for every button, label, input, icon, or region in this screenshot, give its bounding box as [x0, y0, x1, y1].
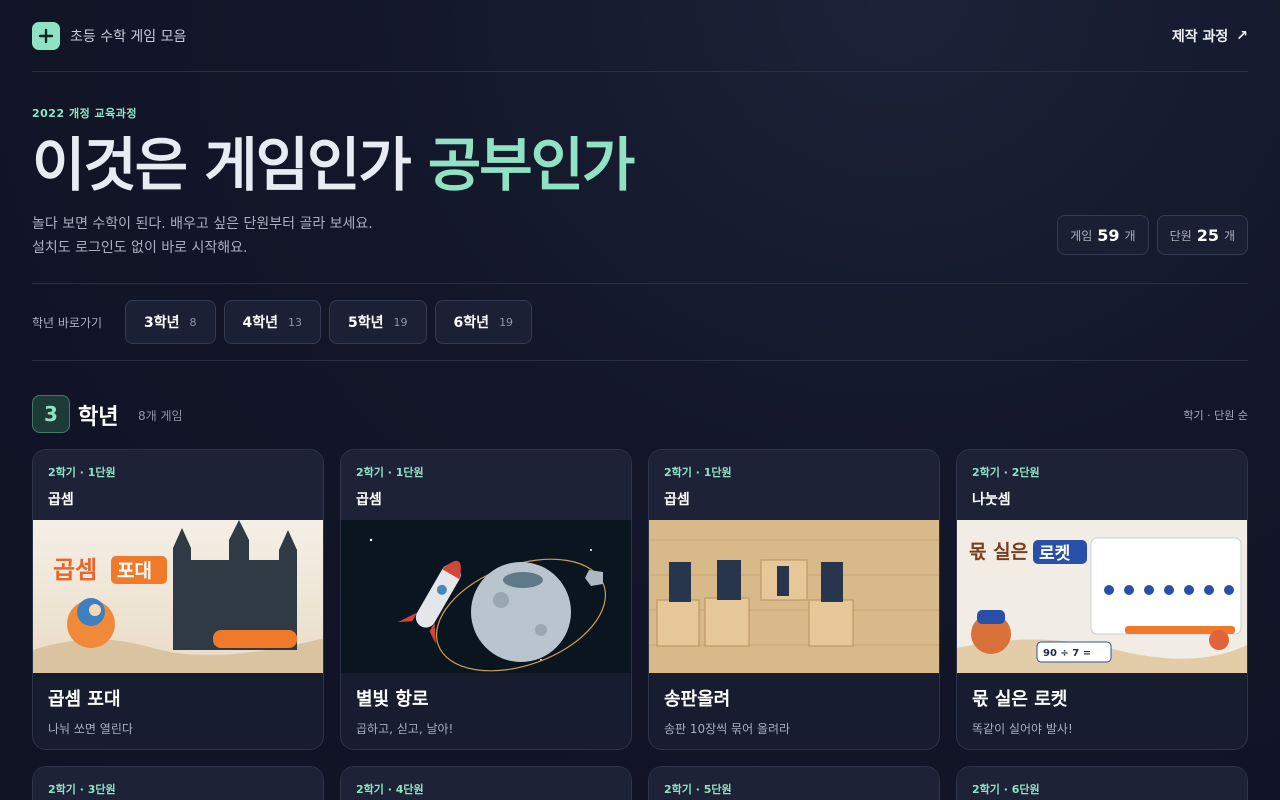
grade-3-button[interactable]: 3학년 8	[125, 300, 216, 344]
game-grid: 2학기 · 1단원 곱셈 곱셈 포대 곱셈 포대 나눠 쏘면 열린다 2학기 ·…	[32, 449, 1248, 800]
grade-count: 13	[288, 315, 303, 329]
grade-number-badge: 3	[32, 395, 70, 433]
grade-count: 19	[393, 315, 408, 329]
brand[interactable]: 초등 수학 게임 모음	[32, 21, 187, 50]
game-card[interactable]: 2학기 · 2단원 나눗셈 몫 실은 로켓 90 ÷ 7 = 몫 실은 로켓 똑…	[956, 449, 1248, 750]
making-process-link[interactable]: 제작 과정 ↗	[1172, 26, 1248, 46]
card-topic: 곱셈	[664, 492, 690, 508]
card-header: 2학기 · 4단원	[341, 767, 631, 800]
stat-label: 단원	[1169, 228, 1192, 243]
game-card[interactable]: 2학기 · 6단원	[956, 766, 1248, 800]
grade-nav-label: 학년 바로가기	[32, 315, 103, 330]
thumb-title-1: 몫 실은	[969, 541, 1028, 563]
stat-unit: 개	[1124, 228, 1136, 243]
grade-count: 8	[189, 315, 197, 329]
top-bar: 초등 수학 게임 모음 제작 과정 ↗	[32, 0, 1248, 72]
card-unit: 2학기 · 5단원	[664, 783, 732, 796]
game-thumbnail: 곱셈 포대	[33, 520, 323, 673]
grade-4-button[interactable]: 4학년 13	[223, 300, 322, 344]
game-title: 별빛 항로	[356, 689, 429, 710]
game-subtitle: 나눠 쏘면 열린다	[48, 722, 133, 736]
section-game-count: 8개 게임	[138, 409, 183, 423]
grade-nav: 학년 바로가기 3학년 8 4학년 13 5학년 19 6학년 19	[32, 284, 1248, 361]
brand-name: 초등 수학 게임 모음	[70, 28, 187, 45]
card-header: 2학기 · 2단원 나눗셈	[957, 450, 1247, 520]
grade-count: 19	[499, 315, 514, 329]
grade-3-section-header: 3 학년 8개 게임 학기 · 단원 순	[32, 361, 1248, 449]
card-unit: 2학기 · 1단원	[356, 466, 424, 479]
thumb-equation: 90 ÷ 7 =	[1043, 648, 1091, 659]
card-unit: 2학기 · 4단원	[356, 783, 424, 796]
game-card[interactable]: 2학기 · 3단원	[32, 766, 324, 800]
stat-label: 게임	[1070, 228, 1093, 243]
card-header: 2학기 · 1단원 곱셈	[33, 450, 323, 520]
stat-value: 25	[1196, 225, 1219, 245]
desc-line-1: 놀다 보면 수학이 된다. 배우고 싶은 단원부터 골라 보세요.	[32, 216, 373, 232]
card-unit: 2학기 · 6단원	[972, 783, 1040, 796]
page-title: 이것은 게임인가 공부인가	[32, 128, 635, 202]
game-title: 곱셈 포대	[48, 689, 121, 710]
card-topic: 곱셈	[356, 492, 382, 508]
making-process-label: 제작 과정	[1171, 28, 1229, 45]
desc-line-2: 설치도 로그인도 없이 바로 시작해요.	[32, 240, 248, 256]
thumb-title-1: 곱셈	[53, 556, 97, 584]
game-title: 몫 실은 로켓	[972, 689, 1068, 710]
game-card[interactable]: 2학기 · 4단원	[340, 766, 632, 800]
sort-order-label: 학기 · 단원 순	[1183, 409, 1248, 422]
card-unit: 2학기 · 1단원	[664, 466, 732, 479]
stats: 게임 59 개 단원 25 개	[1057, 215, 1248, 255]
grade-label: 6학년	[453, 315, 490, 331]
game-thumbnail: 몫 실은 로켓 90 ÷ 7 =	[957, 520, 1247, 673]
card-topic: 나눗셈	[972, 492, 1011, 508]
game-title: 송판올려	[664, 689, 731, 710]
card-unit: 2학기 · 2단원	[972, 466, 1040, 479]
game-subtitle: 똑같이 실어야 발사!	[972, 722, 1073, 736]
game-subtitle: 송판 10장씩 묶어 올려라	[664, 722, 791, 736]
grade-5-button[interactable]: 5학년 19	[329, 300, 427, 344]
curriculum-eyebrow: 2022 개정 교육과정	[32, 107, 137, 120]
card-unit: 2학기 · 3단원	[48, 783, 116, 796]
thumb-title-2: 로켓	[1039, 544, 1071, 564]
game-card[interactable]: 2학기 · 5단원	[648, 766, 940, 800]
card-header: 2학기 · 1단원 곱셈	[649, 450, 939, 520]
grade-6-button[interactable]: 6학년 19	[434, 300, 533, 344]
game-subtitle: 곱하고, 싣고, 날아!	[356, 722, 454, 736]
title-plain: 이것은 게임인가	[32, 131, 412, 199]
grade-label: 5학년	[348, 315, 384, 331]
card-unit: 2학기 · 1단원	[48, 466, 116, 479]
stat-units: 단원 25 개	[1156, 215, 1248, 255]
external-arrow-icon: ↗	[1236, 27, 1248, 44]
title-accent: 공부인가	[427, 131, 635, 199]
card-header: 2학기 · 5단원	[649, 767, 939, 800]
game-thumbnail	[649, 520, 939, 673]
section-title: 학년	[78, 405, 119, 430]
card-header: 2학기 · 3단원	[33, 767, 323, 800]
hero-description: 놀다 보면 수학이 된다. 배우고 싶은 단원부터 골라 보세요. 설치도 로그…	[32, 212, 373, 260]
game-card[interactable]: 2학기 · 1단원 곱셈	[32, 449, 324, 750]
hero: 2022 개정 교육과정 이것은 게임인가 공부인가 놀다 보면 수학이 된다.…	[32, 72, 1248, 284]
stat-games: 게임 59 개	[1057, 215, 1149, 255]
card-header: 2학기 · 1단원 곱셈	[341, 450, 631, 520]
game-thumbnail	[341, 520, 631, 673]
stat-unit: 개	[1223, 228, 1235, 243]
game-card[interactable]: 2학기 · 1단원 곱셈	[340, 449, 632, 750]
stat-value: 59	[1097, 225, 1120, 245]
thumb-title-2: 포대	[117, 560, 152, 582]
card-topic: 곱셈	[48, 492, 74, 508]
grade-label: 4학년	[242, 315, 279, 331]
plus-logo-icon	[32, 21, 60, 50]
grade-label: 3학년	[144, 315, 180, 331]
card-header: 2학기 · 6단원	[957, 767, 1247, 800]
game-card[interactable]: 2학기 · 1단원 곱셈	[648, 449, 940, 750]
